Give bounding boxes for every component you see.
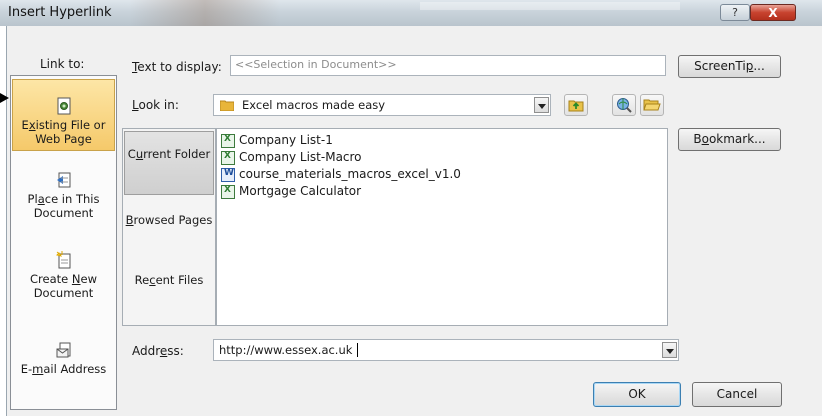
existing-file-icon	[57, 97, 70, 115]
file-name: Company List-Macro	[239, 150, 362, 164]
insert-hyperlink-dialog: Insert Hyperlink ? X Link to: Existing F…	[0, 0, 822, 416]
web-search-icon	[617, 98, 632, 113]
text-to-display-field[interactable]: <<Selection in Document>>	[230, 55, 666, 76]
open-folder-icon	[643, 99, 661, 111]
excel-file-icon: X	[221, 134, 235, 148]
chevron-down-icon	[666, 349, 674, 354]
address-field[interactable]: http://www.essex.ac.uk	[213, 339, 679, 361]
text-to-display-label: Text to display:	[132, 60, 222, 74]
place-in-document-icon	[56, 172, 70, 188]
link-to-place-in-document[interactable]: Place in This Document	[12, 164, 115, 224]
close-button[interactable]: X	[750, 4, 796, 21]
look-in-dropdown[interactable]: Excel macros made easy	[213, 94, 551, 116]
ok-button[interactable]: OK	[593, 382, 681, 407]
up-folder-icon	[568, 100, 584, 112]
excel-file-icon: X	[221, 185, 235, 199]
cancel-button[interactable]: Cancel	[692, 382, 782, 407]
chevron-down-icon	[538, 104, 546, 109]
file-name: course_materials_macros_excel_v1.0	[239, 167, 461, 181]
new-document-icon	[55, 251, 70, 269]
link-to-existing-file[interactable]: Existing File or Web Page	[12, 79, 115, 151]
browse-for-file-button[interactable]	[640, 94, 664, 116]
browse-the-web-button[interactable]	[612, 94, 636, 116]
look-in-value: Excel macros made easy	[242, 98, 386, 112]
bookmark-button[interactable]: Bookmark...	[678, 128, 781, 151]
text-caret	[357, 343, 358, 357]
link-to-create-new-document[interactable]: Create New Document	[12, 244, 115, 304]
folder-icon	[220, 100, 234, 111]
excel-file-icon: X	[221, 151, 235, 165]
pointer-arrow-icon	[0, 93, 9, 103]
up-one-folder-button[interactable]	[564, 94, 588, 116]
current-folder-tab[interactable]: Current Folder	[124, 131, 214, 195]
link-to-place-in-document-label: Place in This Document	[27, 192, 100, 220]
word-file-icon: W	[221, 168, 235, 182]
titlebar-highlight	[420, 2, 680, 10]
file-source-nav: Current Folder Browsed Pages Recent File…	[122, 128, 216, 326]
address-dropdown-button[interactable]	[662, 342, 677, 358]
link-to-email-address[interactable]: E-mail Address	[12, 334, 115, 394]
address-label: Address:	[132, 344, 184, 358]
browsed-pages-tab[interactable]: Browsed Pages	[124, 209, 214, 253]
file-name: Mortgage Calculator	[239, 184, 362, 198]
look-in-label: Look in:	[132, 98, 179, 112]
look-in-dropdown-button[interactable]	[534, 97, 549, 113]
email-icon	[56, 342, 70, 358]
screentip-button[interactable]: ScreenTip...	[678, 55, 781, 78]
address-value: http://www.essex.ac.uk	[219, 343, 353, 357]
help-button[interactable]: ?	[720, 4, 750, 21]
file-list: X Company List-1 X Company List-Macro W …	[216, 128, 668, 326]
link-to-label: Link to:	[40, 57, 85, 71]
recent-files-tab[interactable]: Recent Files	[124, 269, 214, 313]
link-to-create-new-document-label: Create New Document	[30, 272, 97, 300]
link-to-bar: Existing File or Web Page Place in This …	[10, 75, 117, 410]
link-to-email-address-label: E-mail Address	[20, 362, 107, 376]
dialog-title: Insert Hyperlink	[8, 5, 112, 20]
file-name: Company List-1	[239, 133, 333, 147]
link-to-existing-file-label: Existing File or Web Page	[21, 118, 106, 146]
titlebar-glass	[130, 0, 280, 26]
title-bar[interactable]: Insert Hyperlink ? X	[0, 0, 822, 26]
